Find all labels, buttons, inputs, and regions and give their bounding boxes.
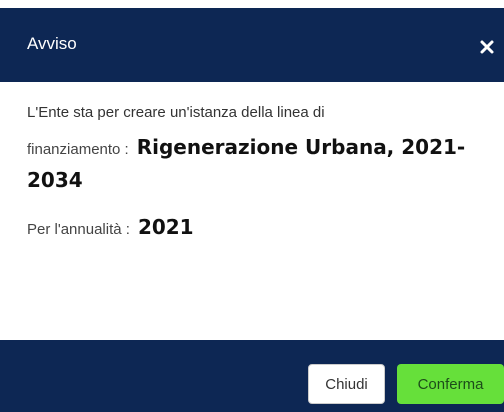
intro-text: L'Ente sta per creare un'istanza della l… (27, 104, 325, 121)
notice-dialog: Avviso L'Ente sta per creare un'istanza … (0, 0, 504, 412)
confirm-button[interactable]: Conferma (397, 364, 504, 404)
close-icon[interactable] (478, 38, 496, 56)
close-button[interactable]: Chiudi (308, 364, 385, 404)
funding-value-continued: 2034 (27, 168, 83, 192)
funding-row-continued: 2034 (27, 165, 487, 198)
funding-row: finanziamento : Rigenerazione Urbana, 202… (27, 132, 487, 165)
year-value: 2021 (137, 215, 194, 239)
year-row: Per l'annualità : 2021 (27, 212, 487, 245)
dialog-header: Avviso (0, 8, 504, 82)
funding-value: Rigenerazione Urbana, 2021- (136, 135, 466, 159)
year-label: Per l'annualità : (27, 221, 130, 238)
funding-label: finanziamento : (27, 141, 129, 158)
dialog-title: Avviso (27, 34, 77, 53)
dialog-body: L'Ente sta per creare un'istanza della l… (27, 102, 487, 245)
dialog-footer: Chiudi Conferma (0, 340, 504, 412)
